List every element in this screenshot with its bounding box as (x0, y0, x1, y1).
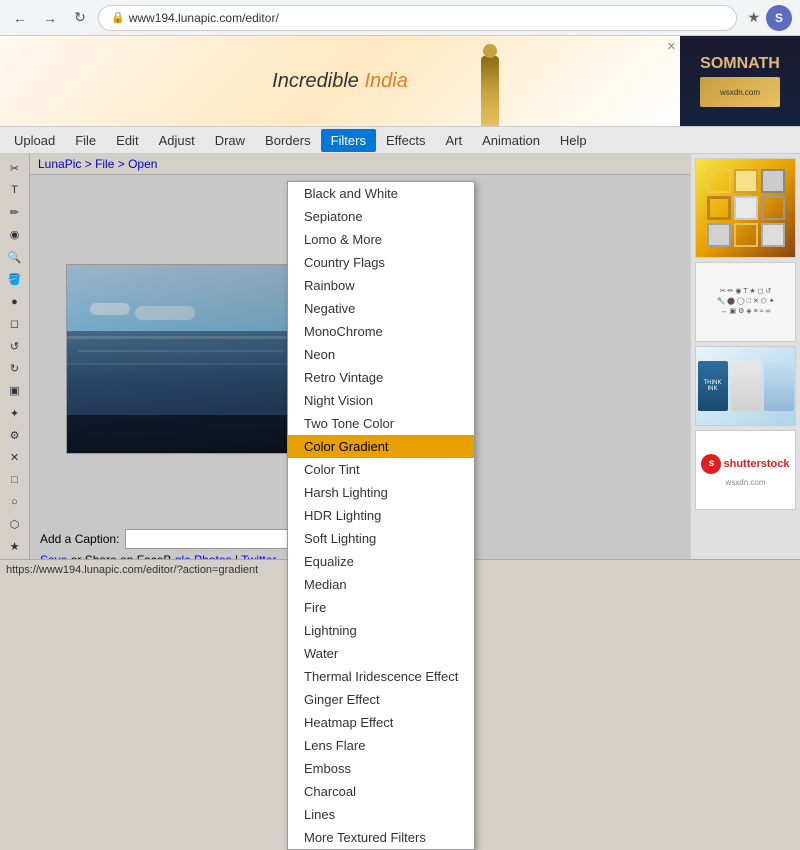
tool-close[interactable]: ✕ (4, 447, 26, 467)
tool-polygon[interactable]: ⬡ (4, 514, 26, 534)
filter-item-lensflare[interactable]: Lens Flare (288, 734, 474, 757)
address-text: www194.lunapic.com/editor/ (129, 11, 279, 25)
filter-item-monochrome[interactable]: MonoChrome (288, 320, 474, 343)
nav-wrapper: Upload File Edit Adjust Draw Borders Fil… (0, 126, 800, 154)
tool-rect[interactable]: ◻ (4, 314, 26, 334)
filter-item-thermal[interactable]: Thermal Iridescence Effect (288, 665, 474, 688)
nav-animation[interactable]: Animation (472, 129, 550, 152)
filter-item-twotone[interactable]: Two Tone Color (288, 412, 474, 435)
lock-icon: 🔒 (111, 11, 125, 24)
tool-effect[interactable]: ★ (4, 537, 26, 557)
nav-art[interactable]: Art (435, 129, 472, 152)
nav-file[interactable]: File (65, 129, 106, 152)
breadcrumb-file[interactable]: File (95, 157, 114, 171)
tool-square[interactable]: □ (4, 470, 26, 490)
tool-frame[interactable]: ▣ (4, 381, 26, 401)
tool-ellipse[interactable]: ○ (4, 492, 26, 512)
sidebar-ad-3[interactable]: THINKINK (695, 346, 796, 426)
bookmark-icon[interactable]: ★ (747, 9, 760, 26)
filter-item-rainbow[interactable]: Rainbow (288, 274, 474, 297)
sidebar-ad-1[interactable] (695, 158, 796, 258)
filter-item-charcoal[interactable]: Charcoal (288, 780, 474, 803)
shutterstock-label: shutterstock (723, 458, 789, 470)
tool-star[interactable]: ✦ (4, 403, 26, 423)
tool-zoom[interactable]: 🔍 (4, 247, 26, 267)
left-toolbar: ✂ T ✏ ◉ 🔍 🪣 ● ◻ ↺ ↻ ▣ ✦ ⚙ ✕ □ ○ ⬡ ★ ↔ (0, 154, 30, 579)
nav-draw[interactable]: Draw (205, 129, 255, 152)
filter-item-lines[interactable]: Lines (288, 803, 474, 826)
ad-somnath-label: SOMNATH (700, 55, 780, 73)
address-bar[interactable]: 🔒 www194.lunapic.com/editor/ (98, 5, 737, 31)
filter-item-more[interactable]: More Textured Filters (288, 826, 474, 849)
wsxdn-label: wsxdn.com (725, 478, 765, 487)
tool-fill[interactable]: 🪣 (4, 269, 26, 289)
filter-item-flags[interactable]: Country Flags (288, 251, 474, 274)
tool-text[interactable]: T (4, 180, 26, 200)
nav-filters[interactable]: Filters (321, 129, 376, 152)
ad-somnath-sub: wsxdn.com (720, 88, 760, 97)
tool-settings[interactable]: ⚙ (4, 425, 26, 445)
nav-edit[interactable]: Edit (106, 129, 148, 152)
filter-item-lomo[interactable]: Lomo & More (288, 228, 474, 251)
sidebar-ad-2[interactable]: ✂ ✏ ◉ T ★ ◻ ↺ 🔧 ⬤ ◯ □ ✕ ⬡ ✦ ↔ ▣ ⚙ ◈ ≡ ≈ … (695, 262, 796, 342)
filter-item-sepia[interactable]: Sepiatone (288, 205, 474, 228)
nav-adjust[interactable]: Adjust (149, 129, 205, 152)
nav-menu: Upload File Edit Adjust Draw Borders Fil… (0, 126, 800, 154)
caption-label: Add a Caption: (40, 532, 119, 546)
filter-item-gradient[interactable]: Color Gradient (288, 435, 474, 458)
tool-select[interactable]: ✂ (4, 158, 26, 178)
nav-upload[interactable]: Upload (4, 129, 65, 152)
nav-effects[interactable]: Effects (376, 129, 436, 152)
back-button[interactable]: ← (8, 6, 32, 30)
tool-undo[interactable]: ↺ (4, 336, 26, 356)
nav-borders[interactable]: Borders (255, 129, 321, 152)
filter-item-fire[interactable]: Fire (288, 596, 474, 619)
filter-item-negative[interactable]: Negative (288, 297, 474, 320)
ad-india-text: Incredible India (272, 70, 408, 92)
filter-item-neon[interactable]: Neon (288, 343, 474, 366)
tool-circle-select[interactable]: ◉ (4, 225, 26, 245)
filter-item-median[interactable]: Median (288, 573, 474, 596)
ad-bar: ✕ Incredible India SOMNATH wsxdn.com (0, 36, 800, 126)
profile-button[interactable]: S (766, 5, 792, 31)
nav-help[interactable]: Help (550, 129, 597, 152)
filter-item-retro[interactable]: Retro Vintage (288, 366, 474, 389)
forward-button[interactable]: → (38, 6, 62, 30)
tool-brush[interactable]: ● (4, 292, 26, 312)
right-sidebar: ✂ ✏ ◉ T ★ ◻ ↺ 🔧 ⬤ ◯ □ ✕ ⬡ ✦ ↔ ▣ ⚙ ◈ ≡ ≈ … (690, 154, 800, 579)
filters-menu: Black and WhiteSepiatoneLomo & MoreCount… (287, 181, 475, 850)
tool-pencil[interactable]: ✏ (4, 203, 26, 223)
filter-item-tint[interactable]: Color Tint (288, 458, 474, 481)
breadcrumb: LunaPic > File > Open (30, 154, 690, 175)
ad-somnath[interactable]: SOMNATH wsxdn.com (680, 36, 800, 126)
breadcrumb-open: Open (128, 157, 157, 171)
tool-redo[interactable]: ↻ (4, 358, 26, 378)
filter-item-lightning[interactable]: Lightning (288, 619, 474, 642)
ad-india[interactable]: ✕ Incredible India (0, 36, 680, 126)
filter-item-equalize[interactable]: Equalize (288, 550, 474, 573)
filter-item-bw[interactable]: Black and White (288, 182, 474, 205)
refresh-button[interactable]: ↻ (68, 6, 92, 30)
sidebar-ad-4[interactable]: s shutterstock wsxdn.com (695, 430, 796, 510)
status-url: https://www194.lunapic.com/editor/?actio… (6, 564, 258, 576)
filter-item-water[interactable]: Water (288, 642, 474, 665)
breadcrumb-lunapic[interactable]: LunaPic (38, 157, 81, 171)
filter-item-hdr[interactable]: HDR Lighting (288, 504, 474, 527)
filter-item-ginger[interactable]: Ginger Effect (288, 688, 474, 711)
filter-item-heatmap[interactable]: Heatmap Effect (288, 711, 474, 734)
filter-item-soft[interactable]: Soft Lighting (288, 527, 474, 550)
filter-item-emboss[interactable]: Emboss (288, 757, 474, 780)
filter-item-nightvision[interactable]: Night Vision (288, 389, 474, 412)
browser-bar: ← → ↻ 🔒 www194.lunapic.com/editor/ ★ S (0, 0, 800, 36)
filter-item-harsh[interactable]: Harsh Lighting (288, 481, 474, 504)
